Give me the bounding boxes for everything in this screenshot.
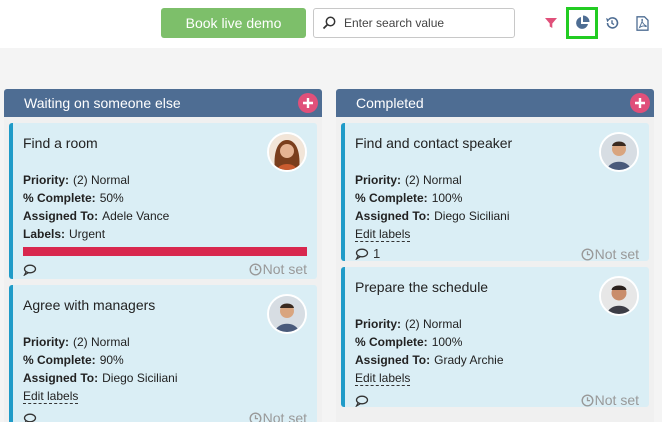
comment-icon bbox=[23, 264, 37, 276]
task-card[interactable]: Find and contact speaker Priority: (2) No… bbox=[341, 123, 649, 262]
history-button[interactable] bbox=[600, 10, 624, 36]
assigned-field: Assigned To: Adele Vance bbox=[23, 209, 170, 223]
pdf-icon bbox=[635, 15, 649, 31]
card-footer: Not set bbox=[355, 387, 639, 411]
comments-button[interactable] bbox=[23, 413, 41, 422]
edit-labels-link[interactable]: Edit labels bbox=[355, 227, 411, 242]
clock-icon bbox=[581, 247, 594, 261]
due-date: Not set bbox=[581, 392, 639, 408]
add-card-button[interactable] bbox=[298, 93, 318, 113]
clock-icon bbox=[581, 393, 594, 407]
priority-field: Priority: (2) Normal bbox=[355, 173, 462, 187]
task-card[interactable]: Prepare the schedule Priority: (2) Normal… bbox=[341, 267, 649, 408]
search-box[interactable] bbox=[313, 8, 515, 38]
urgent-label-bar bbox=[23, 247, 307, 256]
assigned-field: Assigned To: Diego Siciliani bbox=[23, 371, 178, 385]
comments-button[interactable]: 1 bbox=[355, 246, 380, 261]
column-title: Waiting on someone else bbox=[24, 95, 181, 111]
card-footer: 1 Not set bbox=[355, 243, 639, 265]
column-completed: Completed Find and contact speaker Prior… bbox=[336, 89, 654, 422]
task-card[interactable]: Find a room Priority: (2) Normal % Comple… bbox=[9, 123, 317, 279]
comment-icon bbox=[355, 248, 369, 260]
avatar bbox=[599, 276, 639, 316]
comment-count: 1 bbox=[373, 246, 381, 261]
edit-labels-link[interactable]: Edit labels bbox=[355, 371, 411, 386]
column-header: Waiting on someone else bbox=[4, 89, 322, 117]
comments-button[interactable] bbox=[355, 395, 373, 407]
avatar bbox=[267, 132, 307, 172]
card-footer: Not set bbox=[23, 405, 307, 422]
chart-view-button[interactable] bbox=[566, 7, 598, 39]
search-icon bbox=[314, 9, 344, 37]
column-waiting: Waiting on someone else Find a room Prio… bbox=[4, 89, 322, 422]
task-card[interactable]: Agree with managers Priority: (2) Normal … bbox=[9, 285, 317, 422]
filter-button[interactable] bbox=[539, 10, 563, 36]
plus-icon bbox=[303, 98, 313, 108]
book-live-demo-button[interactable]: Book live demo bbox=[161, 8, 306, 38]
comment-icon bbox=[23, 413, 37, 422]
complete-field: % Complete: 100% bbox=[355, 335, 463, 349]
priority-field: Priority: (2) Normal bbox=[23, 335, 130, 349]
add-card-button[interactable] bbox=[630, 93, 650, 113]
comments-button[interactable] bbox=[23, 264, 41, 276]
clock-icon bbox=[249, 262, 262, 276]
pdf-export-button[interactable] bbox=[630, 10, 654, 36]
complete-field: % Complete: 50% bbox=[23, 191, 124, 205]
column-title: Completed bbox=[356, 95, 424, 111]
priority-field: Priority: (2) Normal bbox=[23, 173, 130, 187]
plus-icon bbox=[635, 98, 645, 108]
top-toolbar: Book live demo bbox=[0, 0, 662, 48]
search-input[interactable] bbox=[344, 16, 504, 30]
card-title[interactable]: Find a room bbox=[23, 135, 307, 151]
card-title[interactable]: Prepare the schedule bbox=[355, 279, 639, 295]
complete-field: % Complete: 90% bbox=[23, 353, 124, 367]
column-body: Find and contact speaker Priority: (2) No… bbox=[336, 117, 654, 422]
due-date: Not set bbox=[249, 410, 307, 422]
column-header: Completed bbox=[336, 89, 654, 117]
avatar bbox=[267, 294, 307, 334]
due-date: Not set bbox=[249, 261, 307, 277]
column-body: Find a room Priority: (2) Normal % Comple… bbox=[4, 117, 322, 422]
assigned-field: Assigned To: Diego Siciliani bbox=[355, 209, 510, 223]
filter-icon bbox=[545, 18, 557, 28]
history-icon bbox=[606, 17, 619, 29]
due-date: Not set bbox=[581, 246, 639, 262]
card-footer: Not set bbox=[23, 256, 307, 280]
priority-field: Priority: (2) Normal bbox=[355, 317, 462, 331]
card-title[interactable]: Agree with managers bbox=[23, 297, 307, 313]
card-title[interactable]: Find and contact speaker bbox=[355, 135, 639, 151]
clock-icon bbox=[249, 412, 262, 422]
complete-field: % Complete: 100% bbox=[355, 191, 463, 205]
pie-chart-icon bbox=[576, 15, 590, 29]
edit-labels-link[interactable]: Edit labels bbox=[23, 389, 79, 404]
comment-icon bbox=[355, 395, 369, 407]
labels-field: Labels: Urgent bbox=[23, 227, 106, 241]
avatar bbox=[599, 132, 639, 172]
assigned-field: Assigned To: Grady Archie bbox=[355, 353, 504, 367]
